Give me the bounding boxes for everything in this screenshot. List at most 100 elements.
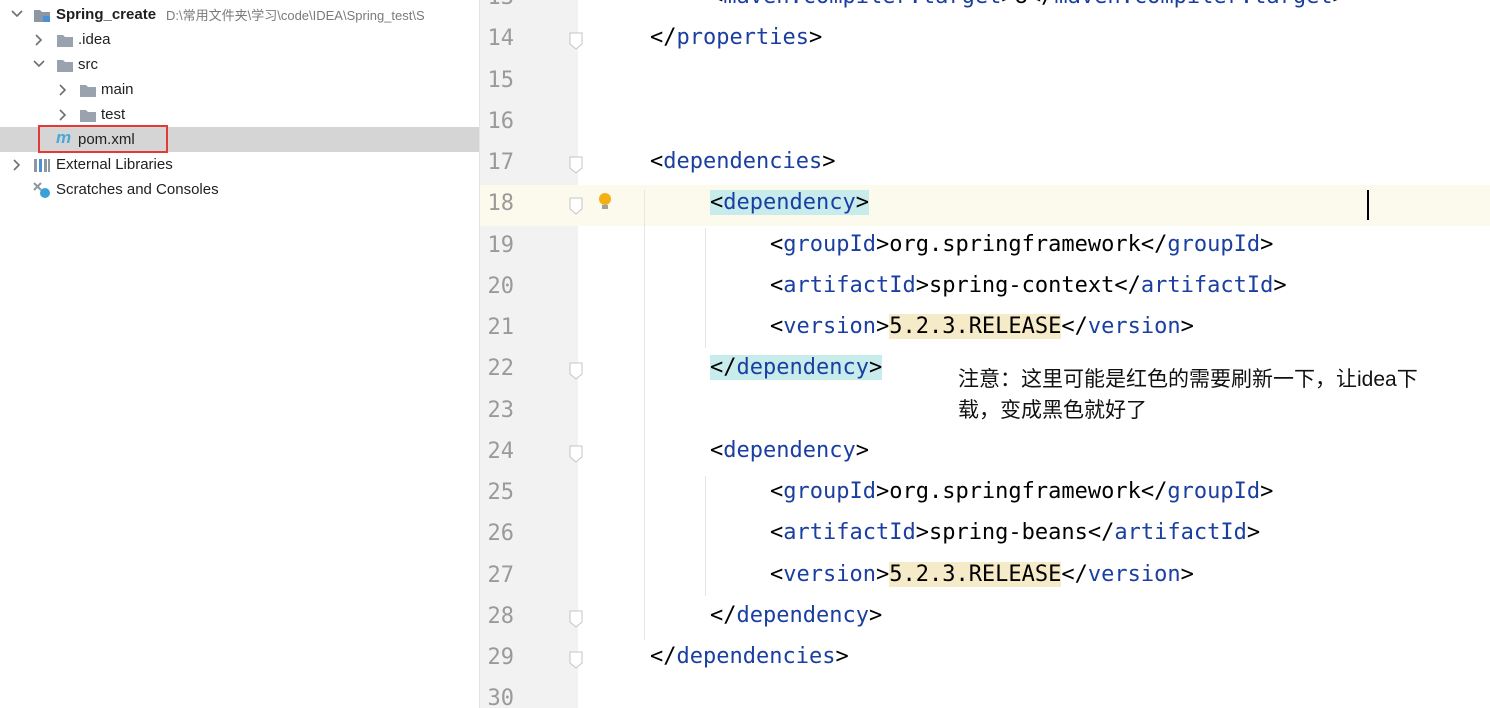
tree-node-scratches[interactable]: Scratches and Consoles: [0, 177, 479, 202]
chevron-right-icon[interactable]: [55, 77, 69, 102]
chevron-right-icon[interactable]: [55, 102, 69, 127]
xml-tag: </properties>: [650, 25, 823, 51]
line-number: 20: [487, 273, 515, 299]
current-line-highlight: [480, 185, 1490, 226]
code-line: <version>5.2.3.RELEASE</version>: [770, 314, 1194, 339]
fold-marker-icon[interactable]: [568, 651, 584, 669]
lightbulb-icon[interactable]: [597, 192, 613, 217]
library-icon: [33, 156, 51, 172]
line-number: 25: [487, 480, 515, 505]
xml-open-tag: <artifactId>: [770, 520, 929, 546]
xml-close-tag: </version>: [1061, 314, 1194, 339]
xml-close-tag: </groupId>: [1140, 479, 1274, 504]
xml-open-tag: <version>: [770, 561, 890, 587]
module-folder-icon: [33, 6, 51, 22]
chevron-right-icon[interactable]: [31, 27, 45, 52]
line-number: 17: [487, 150, 515, 175]
code-line: <maven.compiler.target>8</maven.compiler…: [710, 0, 1346, 9]
line-number: 15: [487, 67, 515, 93]
xml-value: spring-context: [928, 272, 1115, 298]
line-number: 13: [480, 0, 515, 10]
code-line: <artifactId>spring-context</artifactId>: [770, 273, 1287, 298]
indent-guide: [644, 190, 645, 640]
code-line: </dependency>: [710, 355, 883, 381]
line-number: 18: [487, 191, 515, 217]
tree-label: src: [78, 56, 98, 73]
scratches-icon: [33, 181, 51, 198]
tree-node-idea[interactable]: .idea: [0, 27, 479, 52]
line-number: 27: [487, 562, 515, 588]
line-number: 19: [487, 232, 515, 258]
annotation-note: 注意：这里可能是红色的需要刷新一下，让idea下载，变成黑色就好了: [958, 368, 1418, 422]
tree-label: External Libraries: [56, 156, 173, 173]
folder-icon: [56, 56, 74, 72]
tree-node-src[interactable]: src: [0, 52, 479, 77]
tree-node-main[interactable]: main: [0, 77, 479, 102]
xml-value: org.springframework: [889, 231, 1141, 257]
project-tree: Spring_create D:\常用文件夹\学习\code\IDEA\Spri…: [0, 0, 480, 708]
line-number: 16: [487, 108, 515, 134]
code-line: <groupId>org.springframework</groupId>: [770, 479, 1273, 504]
xml-open-tag: <groupId>: [770, 479, 890, 504]
fold-marker-icon[interactable]: [568, 197, 584, 215]
folder-icon: [79, 106, 97, 122]
xml-close-tag: </version>: [1061, 561, 1194, 587]
xml-open-tag: <version>: [770, 314, 890, 339]
line-number: 26: [487, 521, 515, 547]
tree-label: .idea: [78, 31, 111, 48]
xml-tag: </dependencies>: [650, 644, 849, 669]
xml-value: 5.2.3.RELEASE: [889, 561, 1062, 587]
project-name: Spring_create: [56, 6, 157, 23]
fold-marker-icon[interactable]: [568, 610, 584, 628]
code-line: </dependency>: [710, 603, 882, 628]
line-number: 29: [487, 645, 515, 670]
fold-marker-icon[interactable]: [568, 362, 584, 380]
tree-node-external-libraries[interactable]: External Libraries: [0, 152, 479, 177]
line-number: 28: [487, 603, 515, 629]
xml-close-tag: </groupId>: [1140, 231, 1274, 257]
fold-marker-icon[interactable]: [568, 445, 584, 463]
fold-marker-icon[interactable]: [568, 32, 584, 50]
xml-close-tag: </artifactId>: [1087, 520, 1261, 546]
code-line: </dependencies>: [650, 644, 849, 669]
indent-guide: [705, 476, 706, 596]
code-line: <dependency>: [710, 190, 869, 216]
xml-tag: </dependency>: [710, 602, 883, 628]
xml-value: spring-beans: [928, 520, 1088, 546]
xml-tag: <dependency>: [710, 437, 869, 463]
code-line: <dependencies>: [650, 149, 835, 174]
xml-value: 5.2.3.RELEASE: [889, 314, 1062, 339]
chevron-down-icon[interactable]: [31, 52, 45, 77]
xml-tag: </dependency>: [710, 355, 883, 381]
project-path: D:\常用文件夹\学习\code\IDEA\Spring_test\S: [166, 8, 425, 23]
chevron-down-icon[interactable]: [9, 2, 23, 27]
xml-tag: <maven.compiler.target>8</maven.compiler…: [710, 0, 1346, 9]
xml-close-tag: </artifactId>: [1114, 272, 1287, 298]
code-line: <dependency>: [710, 438, 869, 463]
tree-node-root[interactable]: Spring_create D:\常用文件夹\学习\code\IDEA\Spri…: [0, 2, 479, 27]
line-number: 14: [487, 26, 515, 52]
line-number: 24: [487, 438, 515, 464]
chevron-right-icon[interactable]: [9, 152, 23, 177]
code-line: </properties>: [650, 25, 822, 50]
code-editor[interactable]: 注意：这里可能是红色的需要刷新一下，让idea下载，变成黑色就好了 13 <mav…: [480, 0, 1490, 708]
xml-value: org.springframework: [889, 479, 1141, 504]
highlight-box: [38, 125, 168, 153]
tree-node-test[interactable]: test: [0, 102, 479, 127]
indent-guide: [705, 228, 706, 348]
tree-label: test: [101, 106, 126, 123]
line-number: 23: [487, 397, 515, 423]
line-number: 21: [487, 315, 515, 340]
xml-tag: <dependencies>: [650, 149, 836, 174]
line-number: 30: [487, 686, 515, 708]
tree-label: main: [101, 81, 134, 98]
editor-gutter: [480, 0, 578, 708]
folder-icon: [79, 81, 97, 97]
tree-label: Scratches and Consoles: [56, 181, 219, 198]
xml-open-tag: <artifactId>: [770, 272, 929, 298]
text-caret: [1367, 190, 1369, 220]
xml-open-tag: <groupId>: [770, 231, 890, 257]
code-line: <version>5.2.3.RELEASE</version>: [770, 561, 1194, 587]
code-line: <artifactId>spring-beans</artifactId>: [770, 520, 1260, 545]
fold-marker-icon[interactable]: [568, 156, 584, 174]
